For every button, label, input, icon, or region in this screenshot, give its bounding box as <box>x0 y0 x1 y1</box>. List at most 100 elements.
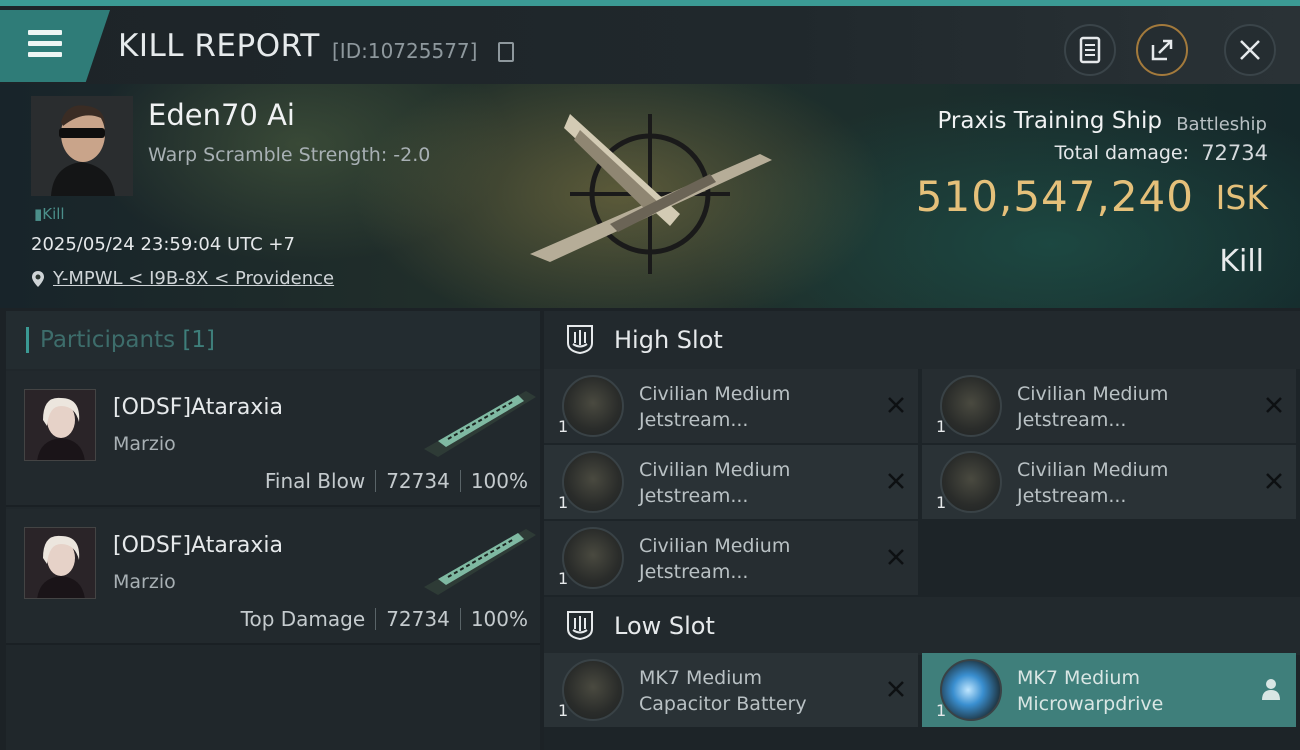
participant-role: Final Blow <box>264 469 366 493</box>
propulsion-module-icon <box>562 527 624 589</box>
participant-role: Top Damage <box>240 607 366 631</box>
module-quantity: 1 <box>558 493 569 512</box>
report-document-button[interactable] <box>1064 24 1116 76</box>
share-icon <box>1151 39 1173 61</box>
module-name-line1: Civilian Medium <box>639 535 791 557</box>
participant-corp: Marzio <box>113 433 176 455</box>
destroyed-x-icon <box>888 397 904 413</box>
victim-banner: Eden70 Ai Warp Scramble Strength: -2.0 ▮… <box>0 84 1300 308</box>
capacitor-battery-icon <box>562 659 624 721</box>
module-name-line1: MK7 Medium <box>1017 667 1140 689</box>
module-slot[interactable]: 1 Civilian Medium Jetstream... <box>544 369 918 443</box>
module-name-line2: Microwarpdrive <box>1017 693 1164 715</box>
fitting-panel: High Slot 1 Civilian Medium Jetstream...… <box>544 311 1300 750</box>
module-name-line2: Jetstream... <box>1017 409 1127 431</box>
participant-ship-image <box>424 391 536 457</box>
high-slot-icon <box>567 325 593 355</box>
module-name-line2: Jetstream... <box>639 409 749 431</box>
participant-damage: 72734 <box>386 469 450 493</box>
module-slot[interactable]: 1 Civilian Medium Jetstream... <box>544 521 918 595</box>
module-quantity: 1 <box>558 417 569 436</box>
total-damage-value: 72734 <box>1201 141 1268 165</box>
participants-header[interactable]: Participants [1] <box>6 311 540 369</box>
victim-name[interactable]: Eden70 Ai <box>148 98 295 132</box>
propulsion-module-icon <box>940 375 1002 437</box>
location-link[interactable]: Y-MPWL < I9B-8X < Providence <box>53 268 334 289</box>
participant-row[interactable]: [ODSF]Ataraxia Marzio Final Blow 72734 1… <box>6 371 540 507</box>
isk-value: 510,547,240 <box>915 172 1194 221</box>
participant-damage: 72734 <box>386 607 450 631</box>
module-name: MK7 Medium Microwarpdrive <box>1017 665 1247 717</box>
participant-percent: 100% <box>470 469 528 493</box>
copy-icon[interactable] <box>498 42 514 62</box>
kill-datetime: 2025/05/24 23:59:04 UTC +7 <box>31 234 295 255</box>
module-slot[interactable]: 1 Civilian Medium Jetstream... <box>922 369 1296 443</box>
module-name-line1: Civilian Medium <box>639 383 791 405</box>
victim-ship-name: Praxis Training Ship <box>937 108 1162 134</box>
participant-corp: Marzio <box>113 571 176 593</box>
module-name: Civilian Medium Jetstream... <box>639 533 869 585</box>
header-bar: KILL REPORT [ID:10725577] <box>0 0 1300 84</box>
participants-panel: Participants [1] [ODSF]Ataraxia Marzio F… <box>6 311 540 750</box>
module-quantity: 1 <box>558 701 569 720</box>
propulsion-module-icon <box>562 375 624 437</box>
high-slot-label: High Slot <box>614 326 723 354</box>
result-label: Kill <box>1219 244 1264 279</box>
menu-button[interactable] <box>0 10 110 82</box>
module-quantity: 1 <box>558 569 569 588</box>
destroyed-x-icon <box>1266 473 1282 489</box>
victim-ship-image[interactable] <box>510 104 790 284</box>
destroyed-x-icon <box>888 549 904 565</box>
module-name-line2: Jetstream... <box>1017 485 1127 507</box>
low-slot-header: Low Slot <box>544 597 1300 655</box>
dropped-person-icon <box>1262 679 1280 700</box>
module-quantity: 1 <box>936 493 947 512</box>
kill-tag: ▮Kill <box>34 205 65 223</box>
report-id: [ID:10725577] <box>332 39 478 63</box>
module-name: Civilian Medium Jetstream... <box>1017 457 1247 509</box>
module-name: Civilian Medium Jetstream... <box>639 381 869 433</box>
module-slot[interactable]: 1 MK7 Medium Microwarpdrive <box>922 653 1296 727</box>
close-icon <box>1240 40 1260 60</box>
module-slot[interactable]: 1 MK7 Medium Capacitor Battery <box>544 653 918 727</box>
participants-title: Participants [1] <box>40 327 215 353</box>
microwarpdrive-icon <box>940 659 1002 721</box>
participant-row[interactable]: [ODSF]Ataraxia Marzio Top Damage 72734 1… <box>6 509 540 645</box>
stats-divider <box>375 470 377 492</box>
location-pin-icon <box>32 270 44 287</box>
module-quantity: 1 <box>936 417 947 436</box>
stats-divider <box>459 608 461 630</box>
destroyed-x-icon <box>888 473 904 489</box>
participant-stats: Final Blow 72734 100% <box>265 469 528 493</box>
propulsion-module-icon <box>940 451 1002 513</box>
module-name-line1: Civilian Medium <box>639 459 791 481</box>
participant-percent: 100% <box>470 607 528 631</box>
module-name-line1: Civilian Medium <box>1017 383 1169 405</box>
participant-name[interactable]: [ODSF]Ataraxia <box>113 395 283 420</box>
destroyed-x-icon <box>888 681 904 697</box>
participant-avatar[interactable] <box>24 527 96 599</box>
propulsion-module-icon <box>562 451 624 513</box>
module-slot[interactable]: 1 Civilian Medium Jetstream... <box>922 445 1296 519</box>
module-quantity: 1 <box>936 701 947 720</box>
destroyed-x-icon <box>1266 397 1282 413</box>
share-button[interactable] <box>1136 24 1188 76</box>
module-name: Civilian Medium Jetstream... <box>1017 381 1247 433</box>
victim-portrait[interactable] <box>31 96 133 196</box>
participants-label: Participants <box>40 327 176 353</box>
participant-name[interactable]: [ODSF]Ataraxia <box>113 533 283 558</box>
victim-ship-class: Battleship <box>1176 114 1267 135</box>
document-icon <box>1079 36 1101 64</box>
kill-location[interactable]: Y-MPWL < I9B-8X < Providence <box>31 268 334 289</box>
total-damage-label: Total damage: <box>1054 142 1189 164</box>
module-name-line2: Capacitor Battery <box>639 693 807 715</box>
low-slot-label: Low Slot <box>614 612 715 640</box>
kill-tag-label: Kill <box>42 205 65 223</box>
module-name-line1: Civilian Medium <box>1017 459 1169 481</box>
participants-count: [1] <box>182 327 216 353</box>
participant-ship-image <box>424 529 536 595</box>
module-name: MK7 Medium Capacitor Battery <box>639 665 869 717</box>
close-button[interactable] <box>1224 24 1276 76</box>
module-slot[interactable]: 1 Civilian Medium Jetstream... <box>544 445 918 519</box>
participant-avatar[interactable] <box>24 389 96 461</box>
